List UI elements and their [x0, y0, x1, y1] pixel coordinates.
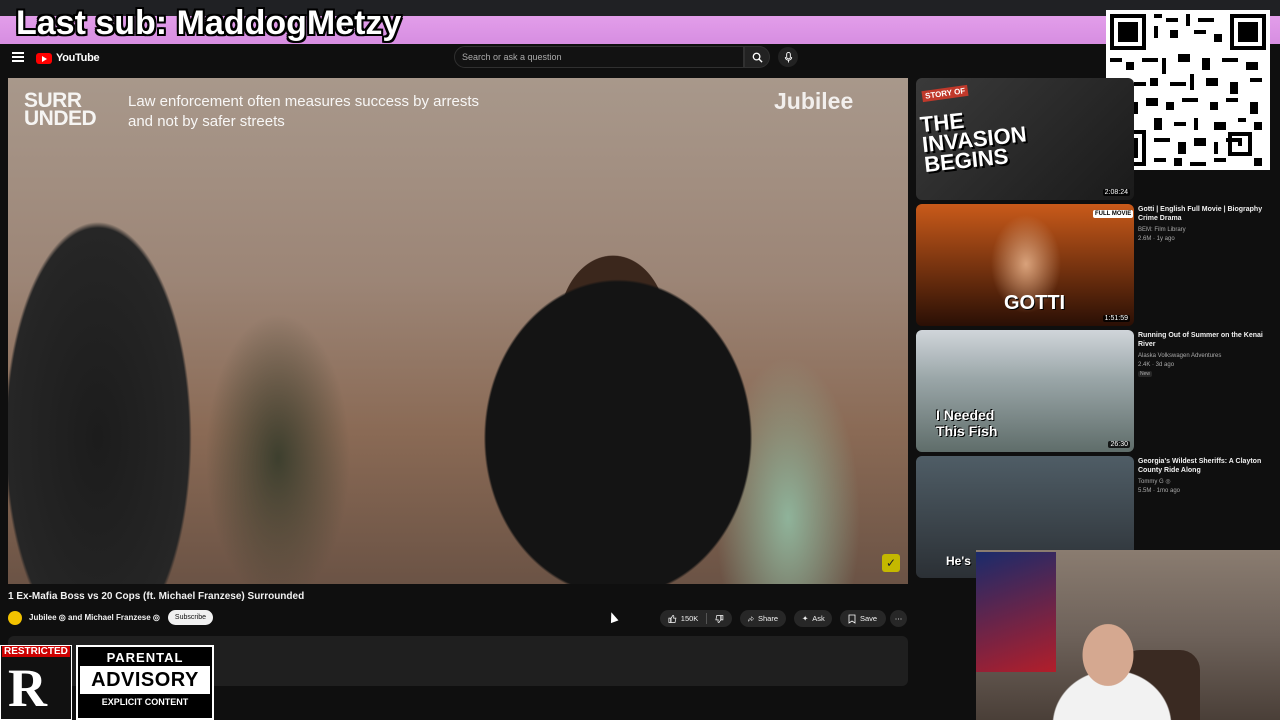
surrounded-logo-line2: UNDED: [24, 107, 97, 130]
restricted-label: RESTRICTED: [2, 646, 70, 657]
ask-button[interactable]: ✦ Ask: [794, 610, 832, 627]
video-duration: 2:08:24: [1102, 189, 1130, 196]
search-icon: [752, 52, 763, 63]
thumbs-down-icon[interactable]: [715, 614, 724, 624]
parental-advisory-middle: ADVISORY: [80, 666, 210, 694]
recommendation-meta: 5.5M · 1mo ago: [1138, 488, 1181, 494]
recommendation-channel[interactable]: BEM: Film Library: [1138, 226, 1186, 234]
more-dots-icon: ⋯: [894, 614, 903, 623]
microphone-icon: [784, 51, 792, 63]
channel-name[interactable]: Jubilee ◎ and Michael Franzese ◎: [29, 613, 160, 622]
video-duration: 1:51:59: [1102, 315, 1130, 322]
youtube-logo[interactable]: YouTube: [36, 52, 100, 64]
video-title: 1 Ex-Mafia Boss vs 20 Cops (ft. Michael …: [8, 591, 305, 602]
like-divider: [706, 613, 708, 624]
voice-search-button[interactable]: [778, 47, 798, 67]
share-icon: [748, 615, 754, 622]
webcam-streamer: [1050, 615, 1180, 720]
share-button[interactable]: Share: [740, 610, 786, 627]
sparkle-icon: ✦: [802, 614, 809, 623]
thumbnail-text: I Needed This Fish: [936, 407, 998, 439]
thumbnail-text: GOTTI: [1004, 292, 1066, 314]
parental-advisory-bottom: EXPLICIT CONTENT: [101, 697, 189, 707]
recommendation-channel[interactable]: Tommy G ◎: [1138, 478, 1171, 486]
recommendation-meta: 2.6M · 1y ago: [1138, 236, 1175, 242]
parental-advisory-top: PARENTAL: [106, 650, 184, 665]
recommendation-title[interactable]: Running Out of Summer on the Kenai River: [1138, 331, 1263, 349]
save-button[interactable]: Save: [840, 610, 886, 627]
like-dislike-pill: 150K: [660, 610, 732, 627]
recommendation-title[interactable]: Gotti | English Full Movie | Biography C…: [1138, 205, 1263, 223]
channel-avatar[interactable]: [8, 611, 22, 625]
ask-label: Ask: [812, 614, 825, 623]
full-movie-badge: FULL MOVIE: [1093, 210, 1134, 218]
recommendation-channel[interactable]: Alaska Volkswagen Adventures: [1138, 352, 1221, 360]
hamburger-menu-icon[interactable]: [12, 52, 24, 62]
thumbs-up-icon[interactable]: [668, 614, 677, 624]
youtube-wordmark: YouTube: [56, 52, 100, 64]
mouse-cursor-icon: [607, 610, 619, 624]
video-caption: Law enforcement often measures success b…: [128, 93, 479, 130]
thumbnail-text: He's: [946, 554, 971, 568]
checkmark-icon: ✓: [882, 554, 900, 572]
video-player[interactable]: [8, 78, 908, 584]
last-sub-text: Last sub: MaddogMetzy: [16, 4, 402, 42]
subscribe-button[interactable]: Subscribe: [168, 610, 213, 625]
jubilee-watermark: Jubilee: [774, 88, 854, 114]
recommendation-meta: 2.4K · 3d ago: [1138, 362, 1175, 368]
like-count[interactable]: 150K: [681, 614, 699, 623]
webcam-wall-flag: [976, 552, 1056, 672]
search-placeholder: Search or ask a question: [462, 52, 562, 62]
video-duration: 26:30: [1108, 441, 1130, 448]
save-label: Save: [860, 614, 878, 623]
new-badge: New: [1138, 371, 1153, 377]
recommendation-title[interactable]: Georgia's Wildest Sheriffs: A Clayton Co…: [1138, 457, 1263, 475]
thumbnail-text: THE INVASION BEGINS: [918, 107, 1028, 178]
rating-letter: R: [8, 658, 47, 718]
bookmark-icon: [848, 614, 856, 624]
more-actions-button[interactable]: ⋯: [890, 610, 907, 627]
search-button[interactable]: [744, 46, 770, 68]
youtube-play-icon: [36, 52, 52, 64]
surrounded-logo: SURR UNDED: [24, 90, 97, 130]
share-label: Share: [757, 614, 778, 623]
